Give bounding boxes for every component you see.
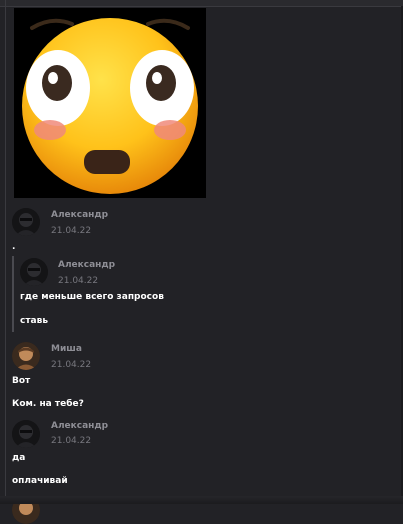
- message-text: .: [12, 242, 16, 252]
- person-avatar-icon: [12, 342, 40, 370]
- message-author[interactable]: Александр: [58, 260, 115, 270]
- flushed-face-emoji-icon: [22, 18, 198, 194]
- flushed-face-image[interactable]: [14, 8, 206, 198]
- message-text: где меньше всего запросов: [20, 292, 164, 302]
- message-timestamp: 21.04.22: [51, 226, 92, 236]
- quote-bar: [12, 256, 14, 332]
- masked-person-avatar-icon: [12, 208, 40, 236]
- message-timestamp: 21.04.22: [51, 360, 92, 370]
- avatar[interactable]: [20, 258, 48, 286]
- avatar[interactable]: [12, 208, 40, 236]
- avatar[interactable]: [12, 342, 40, 370]
- message-timestamp: 21.04.22: [58, 276, 99, 286]
- avatar[interactable]: [12, 420, 40, 448]
- message-text: оплачивай: [12, 476, 68, 486]
- message-text: Вот: [12, 376, 31, 386]
- masked-person-avatar-icon: [20, 258, 48, 286]
- message-author[interactable]: Александр: [51, 210, 108, 220]
- left-divider: [5, 0, 6, 504]
- message-text: ставь: [20, 316, 49, 326]
- bottom-edge: [0, 496, 403, 504]
- message-author[interactable]: Александр: [51, 421, 108, 431]
- message-text: да: [12, 453, 26, 463]
- message-timestamp: 21.04.22: [51, 436, 92, 446]
- masked-person-avatar-icon: [12, 420, 40, 448]
- window-top-border: [0, 0, 403, 7]
- message-author[interactable]: Миша: [51, 344, 82, 354]
- message-text: Ком. на тебе?: [12, 399, 84, 409]
